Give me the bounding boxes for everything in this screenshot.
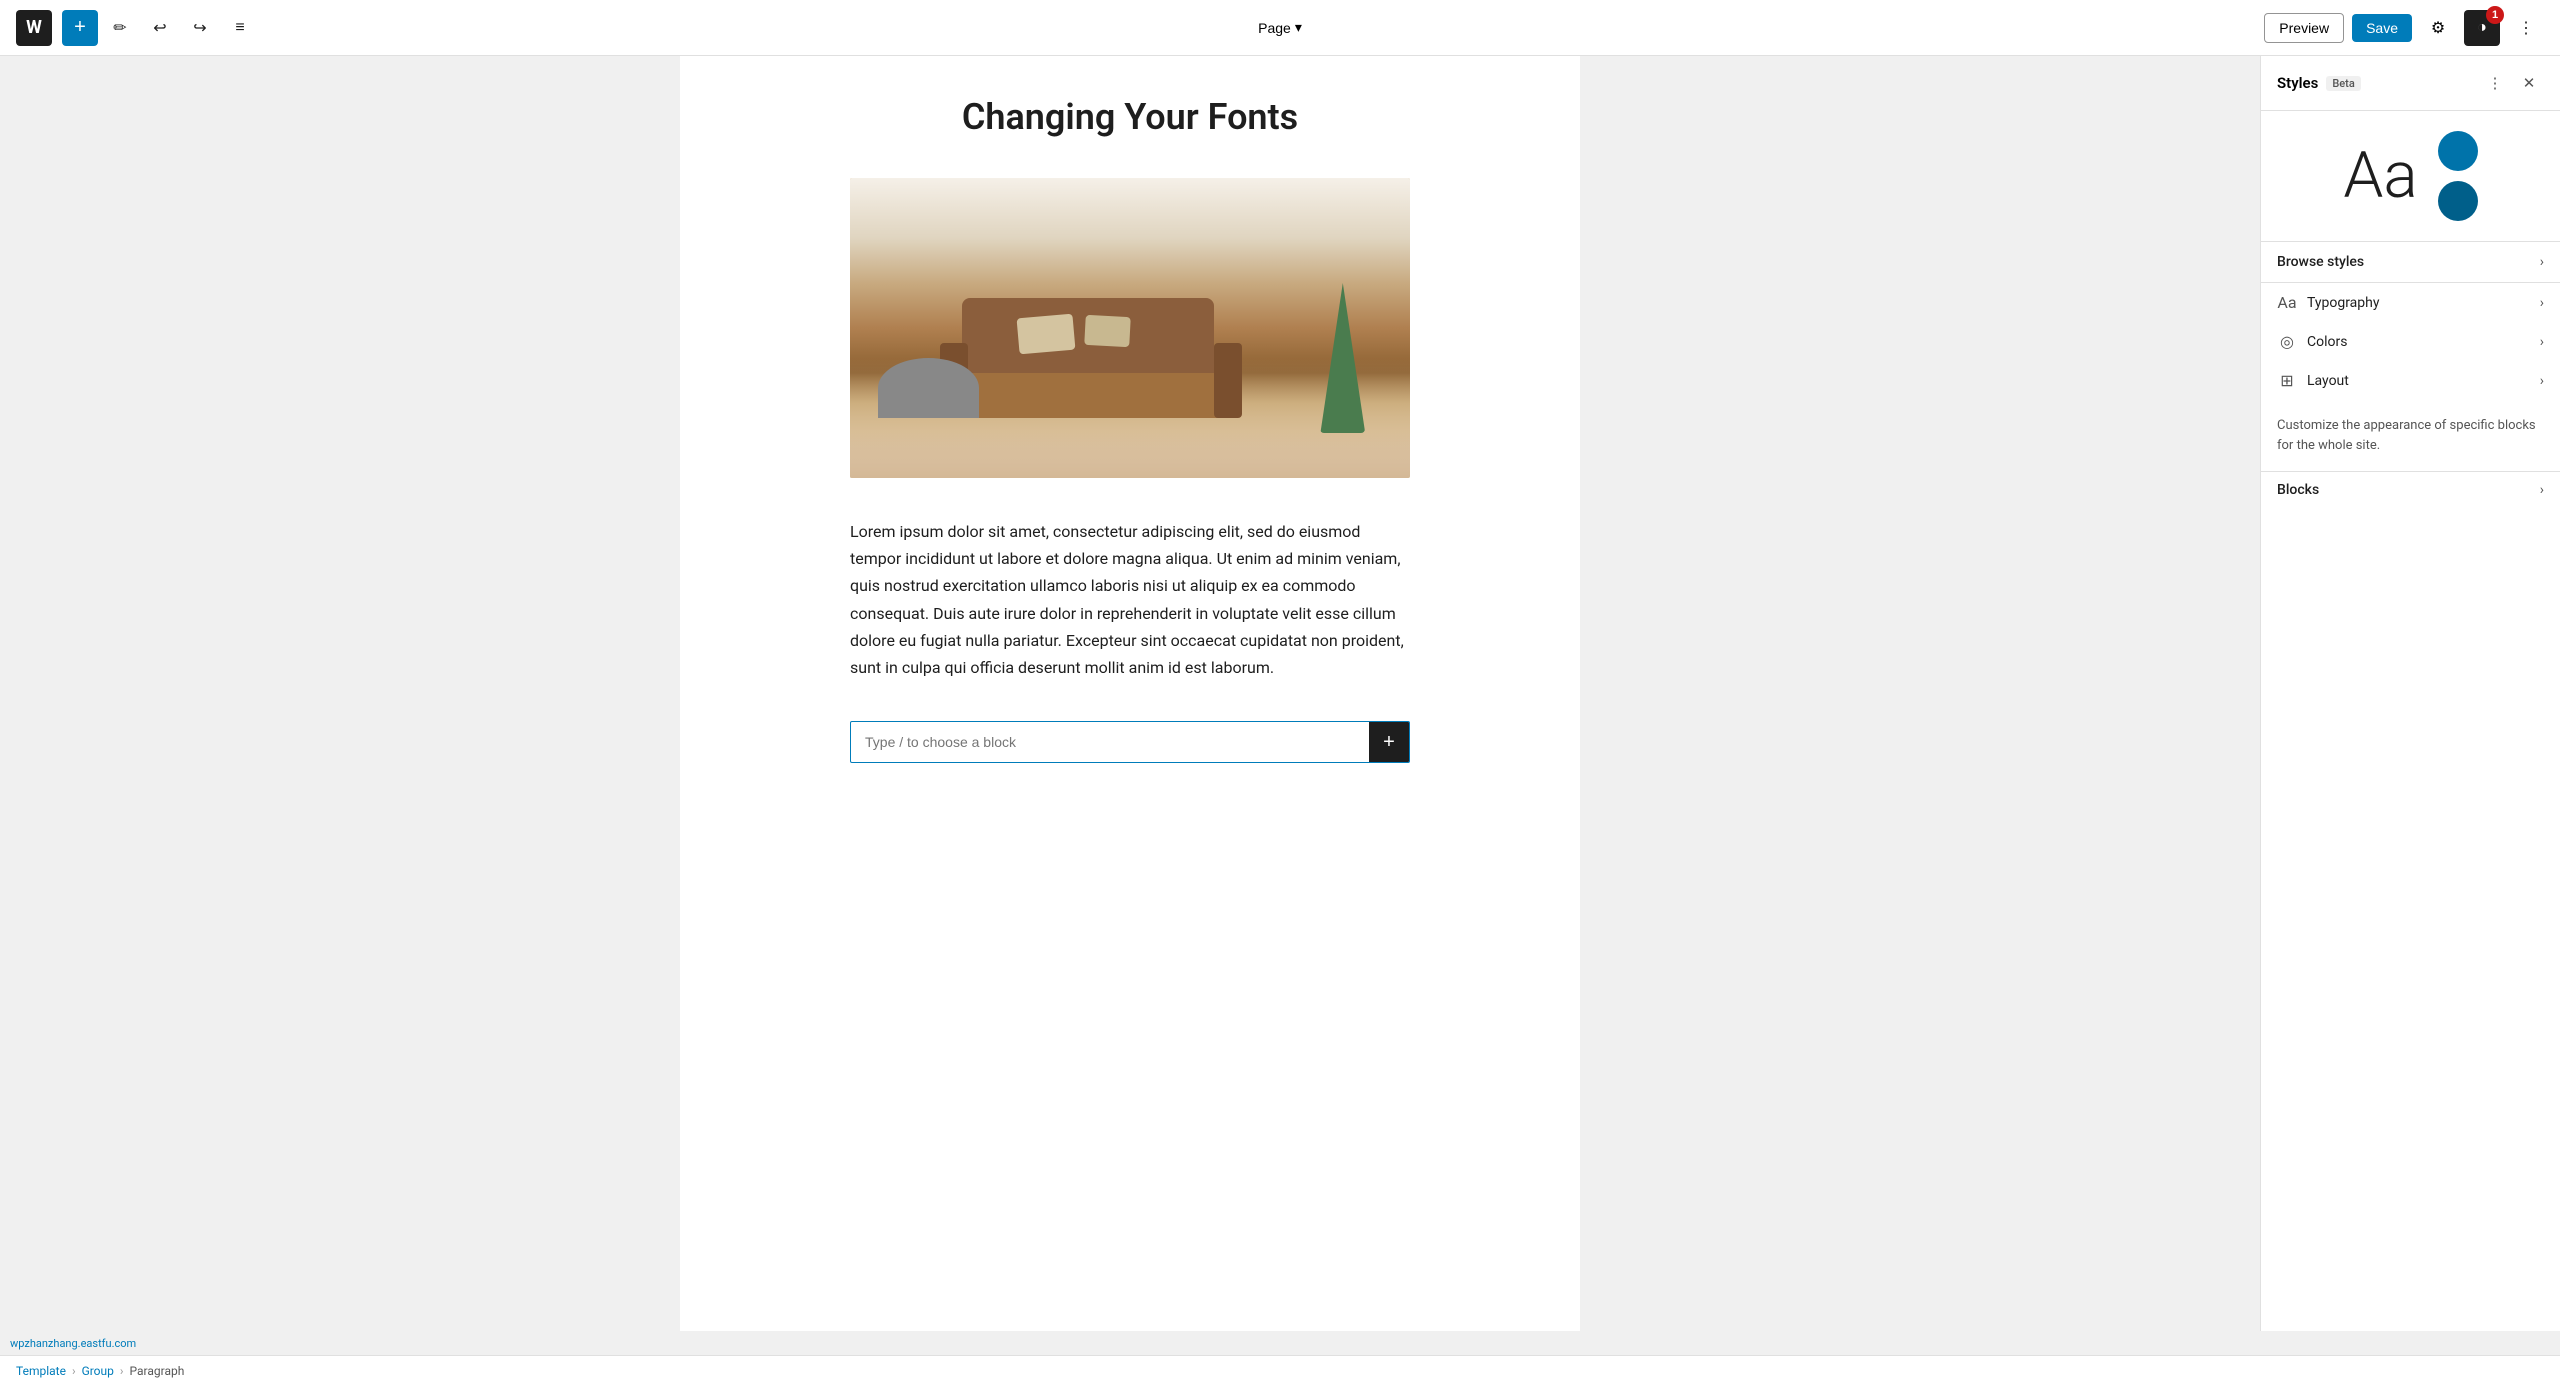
content-image-inner <box>850 178 1410 478</box>
typography-label: Typography <box>2307 295 2379 311</box>
toolbar: W + ✏ ↩ ↪ ≡ Page ▾ Preview Save ⚙ ◑ 1 <box>0 0 2560 56</box>
preview-dot-primary <box>2438 131 2478 171</box>
panel-description: Customize the appearance of specific blo… <box>2261 400 2560 471</box>
colors-item[interactable]: ◎ Colors › <box>2261 322 2560 361</box>
more-options-button[interactable]: ⋮ <box>2508 10 2544 46</box>
undo-button[interactable]: ↩ <box>142 10 178 46</box>
panel-header: Styles Beta ⋮ ✕ <box>2261 56 2560 111</box>
editor-inner: Changing Your Fonts <box>680 56 1580 1331</box>
blocks-row[interactable]: Blocks › <box>2261 471 2560 508</box>
preview-dots <box>2438 131 2478 221</box>
settings-button[interactable]: ⚙ <box>2420 10 2456 46</box>
colors-label: Colors <box>2307 334 2347 350</box>
layout-label: Layout <box>2307 373 2349 389</box>
browse-styles-label: Browse styles <box>2277 254 2364 270</box>
layout-chevron: › <box>2540 373 2544 389</box>
more-vert-icon: ⋮ <box>2488 74 2503 92</box>
toolbar-center: Page ▾ <box>1248 13 1312 42</box>
toolbar-left: W + ✏ ↩ ↪ ≡ <box>16 10 258 46</box>
blocks-label: Blocks <box>2277 482 2319 498</box>
colors-chevron: › <box>2540 334 2544 350</box>
panel-header-actions: ⋮ ✕ <box>2480 68 2544 98</box>
page-title: Changing Your Fonts <box>700 96 1560 138</box>
url-text: wpzhanzhang.eastfu.com <box>10 1337 136 1350</box>
chevron-down-icon: ▾ <box>1295 19 1302 36</box>
add-icon: + <box>1383 731 1395 754</box>
colors-item-left: ◎ Colors <box>2277 332 2347 351</box>
toolbar-right: Preview Save ⚙ ◑ 1 ⋮ <box>2264 10 2544 46</box>
block-add-button[interactable]: + <box>1369 722 1409 762</box>
editor-area: Changing Your Fonts <box>0 56 2260 1331</box>
breadcrumb-bar: Template › Group › Paragraph <box>0 1355 2560 1385</box>
edit-button[interactable]: ✏ <box>102 10 138 46</box>
block-input[interactable] <box>851 724 1369 760</box>
typography-item-left: Aa Typography <box>2277 293 2379 312</box>
page-label: Page <box>1258 20 1291 36</box>
notification-badge: 1 <box>2486 6 2504 24</box>
breadcrumb-current: Paragraph <box>130 1364 185 1378</box>
undo-icon: ↩ <box>153 18 166 38</box>
block-input-row: + <box>850 721 1410 763</box>
panel-close-button[interactable]: ✕ <box>2514 68 2544 98</box>
typography-icon: Aa <box>2277 293 2297 312</box>
layout-item-left: ⊞ Layout <box>2277 371 2349 390</box>
pencil-icon: ✏ <box>113 18 126 38</box>
wp-logo-icon: W <box>16 10 52 46</box>
more-vert-icon: ⋮ <box>2518 18 2534 38</box>
colors-icon: ◎ <box>2277 332 2297 351</box>
layout-item[interactable]: ⊞ Layout › <box>2261 361 2560 400</box>
preview-typography: Aa <box>2343 144 2417 208</box>
page-dropdown-button[interactable]: Page ▾ <box>1248 13 1312 42</box>
theme-icon: ◑ <box>2477 19 2487 37</box>
url-bar: wpzhanzhang.eastfu.com <box>0 1331 2560 1355</box>
breadcrumb-template[interactable]: Template <box>16 1364 66 1378</box>
preview-button[interactable]: Preview <box>2264 13 2344 43</box>
panel-title: Styles <box>2277 74 2318 92</box>
theme-toggle-button[interactable]: ◑ 1 <box>2464 10 2500 46</box>
redo-button[interactable]: ↪ <box>182 10 218 46</box>
gear-icon: ⚙ <box>2431 18 2445 38</box>
typography-item[interactable]: Aa Typography › <box>2261 283 2560 322</box>
close-icon: ✕ <box>2523 74 2536 92</box>
paragraph-text: Lorem ipsum dolor sit amet, consectetur … <box>850 518 1410 681</box>
list-view-button[interactable]: ≡ <box>222 10 258 46</box>
main-layout: Changing Your Fonts <box>0 56 2560 1331</box>
save-button[interactable]: Save <box>2352 14 2412 42</box>
typography-chevron: › <box>2540 295 2544 311</box>
add-block-button[interactable]: + <box>62 10 98 46</box>
style-preview: Aa <box>2261 111 2560 242</box>
breadcrumb-sep-1: › <box>72 1364 76 1378</box>
blocks-chevron: › <box>2540 482 2544 498</box>
breadcrumb-sep-2: › <box>120 1364 124 1378</box>
layout-icon: ⊞ <box>2277 371 2297 390</box>
content-image <box>850 178 1410 478</box>
breadcrumb-group[interactable]: Group <box>82 1364 114 1378</box>
preview-dot-secondary <box>2438 181 2478 221</box>
browse-styles-row[interactable]: Browse styles › <box>2261 242 2560 283</box>
browse-styles-chevron: › <box>2540 254 2544 270</box>
redo-icon: ↪ <box>193 18 206 38</box>
list-icon: ≡ <box>235 19 244 37</box>
panel-more-button[interactable]: ⋮ <box>2480 68 2510 98</box>
panel-header-left: Styles Beta <box>2277 74 2361 92</box>
styles-panel: Styles Beta ⋮ ✕ Aa Browse styles <box>2260 56 2560 1331</box>
beta-badge: Beta <box>2326 76 2360 91</box>
